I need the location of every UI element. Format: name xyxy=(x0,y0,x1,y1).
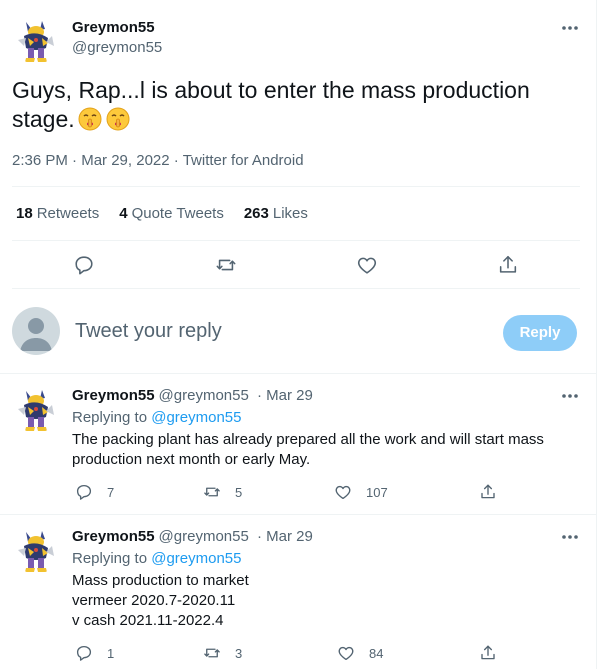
shushing-face-emoji xyxy=(105,106,131,132)
reply-action[interactable]: 1 xyxy=(75,644,114,662)
retweet-action[interactable]: 5 xyxy=(203,483,242,501)
author-name[interactable]: Greymon55 xyxy=(72,528,155,545)
quote-tweets-stat[interactable]: 4 Quote Tweets xyxy=(119,205,224,222)
avatar-image xyxy=(12,385,60,433)
reply-button[interactable]: Reply xyxy=(503,315,577,351)
reply-header: Greymon55 @greymon55 · Mar 29 xyxy=(72,387,313,404)
retweets-count: 18 xyxy=(16,205,33,222)
author-handle[interactable]: @greymon55 xyxy=(159,528,249,545)
reply-count: 7 xyxy=(107,484,115,500)
like-count: 107 xyxy=(366,484,388,500)
reply-count: 1 xyxy=(107,645,115,661)
tweet-date[interactable]: Mar 29, 2022 xyxy=(81,152,169,169)
share-icon xyxy=(481,484,495,499)
avatar[interactable] xyxy=(12,385,60,433)
avatar[interactable] xyxy=(12,526,60,574)
reply-action[interactable]: 7 xyxy=(75,483,114,501)
reply-text-line: vermeer 2020.7-2020.11 xyxy=(72,592,236,609)
reply-text-line: The packing plant has already prepared a… xyxy=(72,431,544,448)
reply-date[interactable]: Mar 29 xyxy=(266,387,313,404)
reply-text-line: production next month or early May. xyxy=(72,451,311,468)
divider xyxy=(12,240,580,241)
divider xyxy=(12,288,580,289)
default-avatar[interactable] xyxy=(12,307,60,355)
meta-separator: · xyxy=(173,152,179,169)
like-action[interactable]: 107 xyxy=(334,483,388,501)
avatar-image xyxy=(12,16,60,64)
like-icon xyxy=(338,646,354,661)
reply-text-line: Mass production to market xyxy=(72,572,249,589)
like-action[interactable]: 84 xyxy=(337,644,383,662)
likes-count: 263 xyxy=(243,205,269,222)
more-options-icon[interactable] xyxy=(560,527,580,547)
share-action[interactable] xyxy=(479,644,511,662)
tweet-thread: Greymon55 @greymon55 Guys, Rap...l is ab… xyxy=(0,0,597,669)
share-icon xyxy=(481,645,495,660)
more-options-icon[interactable] xyxy=(560,386,580,406)
divider xyxy=(0,373,597,374)
author-handle[interactable]: @greymon55 xyxy=(159,387,249,404)
author-handle[interactable]: @greymon55 xyxy=(72,39,162,56)
divider xyxy=(12,186,580,187)
quote-tweets-count: 4 xyxy=(119,205,128,222)
like-icon[interactable] xyxy=(356,254,378,276)
tweet-text: Guys, Rap...l is about to enter the mass… xyxy=(12,76,572,134)
reply-input[interactable]: Tweet your reply xyxy=(75,320,222,343)
like-icon xyxy=(335,485,351,500)
replying-to-mention[interactable]: @greymon55 xyxy=(151,550,241,567)
like-count: 84 xyxy=(369,645,384,661)
tweet-stats: 18 Retweets 4 Quote Tweets 263 Likes xyxy=(16,205,328,222)
retweet-icon xyxy=(204,487,220,497)
share-icon[interactable] xyxy=(497,254,519,276)
reply-text: Mass production to market vermeer 2020.7… xyxy=(72,571,562,631)
replying-to: Replying to @greymon55 xyxy=(72,550,242,567)
tweet-meta: 2:36 PM · Mar 29, 2022 · Twitter for And… xyxy=(12,152,304,169)
meta-separator: · xyxy=(72,152,78,169)
replying-to: Replying to @greymon55 xyxy=(72,409,242,426)
retweet-icon xyxy=(204,648,220,658)
reply-header: Greymon55 @greymon55 · Mar 29 xyxy=(72,528,313,545)
meta-separator: · xyxy=(257,387,262,404)
reply-icon xyxy=(76,484,92,500)
quote-tweets-label: Quote Tweets xyxy=(131,205,224,222)
more-options-icon[interactable] xyxy=(560,18,580,38)
likes-stat[interactable]: 263 Likes xyxy=(244,205,308,222)
author-name[interactable]: Greymon55 xyxy=(72,19,155,36)
retweet-count: 5 xyxy=(235,484,243,500)
meta-separator: · xyxy=(257,528,262,545)
reply-text: The packing plant has already prepared a… xyxy=(72,430,562,470)
replying-to-label: Replying to xyxy=(72,409,148,426)
replying-to-mention[interactable]: @greymon55 xyxy=(151,409,241,426)
default-profile-icon xyxy=(20,318,52,351)
retweet-action[interactable]: 3 xyxy=(203,644,242,662)
reply-icon xyxy=(76,645,92,661)
replying-to-label: Replying to xyxy=(72,550,148,567)
tweet-time[interactable]: 2:36 PM xyxy=(12,152,68,169)
reply-icon[interactable] xyxy=(73,254,95,276)
tweet-source[interactable]: Twitter for Android xyxy=(183,152,304,169)
avatar-image xyxy=(12,526,60,574)
retweets-stat[interactable]: 18 Retweets xyxy=(16,205,99,222)
share-action[interactable] xyxy=(479,483,511,501)
author-name[interactable]: Greymon55 xyxy=(72,387,155,404)
avatar[interactable] xyxy=(12,16,60,64)
retweet-icon[interactable] xyxy=(215,254,237,276)
reply-text-line: v cash 2021.11-2022.4 xyxy=(72,612,224,629)
retweet-count: 3 xyxy=(235,645,243,661)
retweets-label: Retweets xyxy=(36,205,100,222)
divider xyxy=(0,514,597,515)
likes-label: Likes xyxy=(272,205,308,222)
reply-date[interactable]: Mar 29 xyxy=(266,528,313,545)
shushing-face-emoji xyxy=(77,106,103,132)
